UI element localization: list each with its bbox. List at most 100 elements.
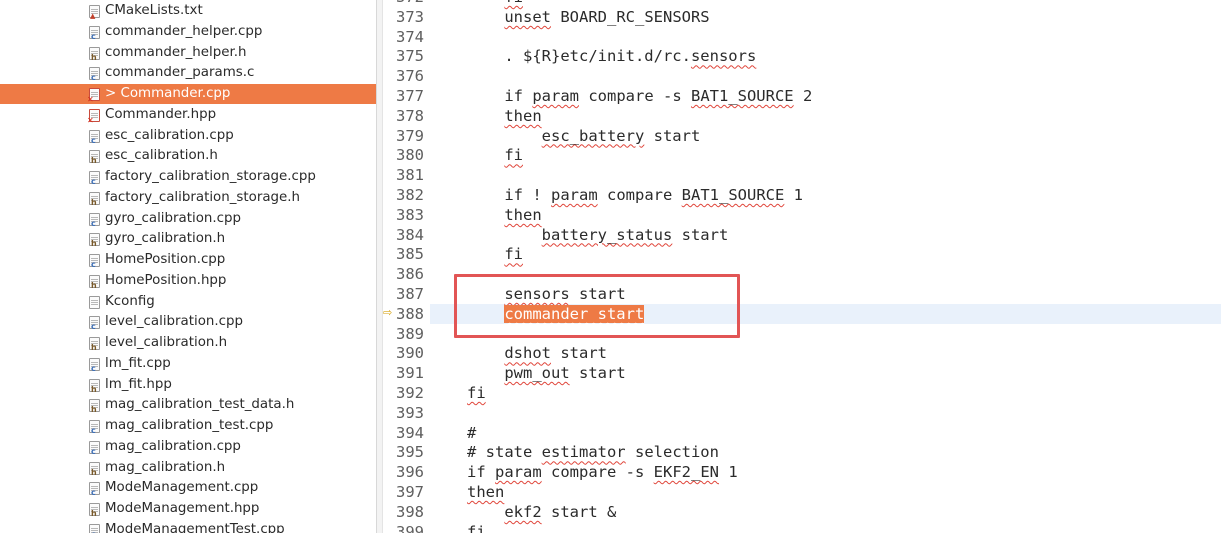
code-line[interactable]: 384 battery_status start <box>383 225 1221 245</box>
tree-item-label: commander_helper.h <box>105 44 247 60</box>
tree-item-label: commander_helper.cpp <box>105 23 263 39</box>
tree-item-file[interactable]: lm_fit.hpp <box>0 375 376 395</box>
tree-item-file[interactable]: mag_calibration_test_data.h <box>0 395 376 415</box>
line-number: 374 <box>396 27 424 46</box>
code-line[interactable]: 379 esc_battery start <box>383 126 1221 146</box>
line-number: 383 <box>396 205 424 224</box>
code-line[interactable]: 399 fi <box>383 522 1221 533</box>
code-line[interactable]: 396 if param compare -s EKF2_EN 1 <box>383 462 1221 482</box>
header-file-icon <box>89 503 100 518</box>
code-line[interactable]: 390 dshot start <box>383 343 1221 363</box>
tree-item-label: HomePosition.cpp <box>105 252 226 267</box>
code-line[interactable]: 375 . ${R}etc/init.d/rc.sensors <box>383 46 1221 66</box>
code-line[interactable]: 383 then <box>383 205 1221 225</box>
cpp-file-icon <box>89 440 100 456</box>
tree-item-file[interactable]: esc_calibration.cpp <box>0 126 376 146</box>
text-file-icon <box>89 295 100 309</box>
line-number: 388 <box>396 304 424 323</box>
tree-item-label: esc_calibration.h <box>105 148 218 164</box>
code-text: battery_status start <box>541 225 729 244</box>
tree-item-label: lm_fit.cpp <box>105 355 171 371</box>
tree-item-file[interactable]: HomePosition.hpp <box>0 271 376 291</box>
line-number: 395 <box>396 443 424 462</box>
code-line[interactable]: 373 unset BOARD_RC_SENSORS <box>383 7 1221 27</box>
header-file-icon <box>89 46 100 62</box>
tree-item-label: lm_fit.hpp <box>105 376 172 392</box>
tree-item-file[interactable]: mag_calibration.h <box>0 458 376 478</box>
code-line[interactable]: 374 <box>383 27 1221 47</box>
tree-item-label: level_calibration.h <box>105 335 228 350</box>
tree-item-file[interactable]: commander_params.c <box>0 63 376 83</box>
tree-item-file[interactable]: CMakeLists.txt <box>0 1 376 21</box>
code-text: fi <box>504 245 523 264</box>
tree-item-file[interactable]: > Commander.cpp <box>0 84 376 104</box>
tree-item-file[interactable]: ModeManagementTest.cpp <box>0 520 376 533</box>
code-text: ekf2 start & <box>504 502 617 521</box>
tree-item-file[interactable]: gyro_calibration.h <box>0 229 376 249</box>
tree-item-label: ModeManagementTest.cpp <box>105 521 285 533</box>
code-text: . ${R}etc/init.d/rc.sensors <box>467 47 757 66</box>
code-line[interactable]: 382 if ! param compare BAT1_SOURCE 1 <box>383 185 1221 205</box>
code-line[interactable]: 376 <box>383 66 1221 86</box>
tree-item-file[interactable]: HomePosition.cpp <box>0 250 376 270</box>
code-line[interactable]: 377 if param compare -s BAT1_SOURCE 2 <box>383 86 1221 106</box>
code-line[interactable]: 393 <box>383 403 1221 423</box>
header-file-icon <box>89 461 100 477</box>
code-line[interactable]: 381 <box>383 165 1221 185</box>
cpp-file-icon <box>89 420 100 435</box>
c-file-icon <box>89 67 100 82</box>
tree-item-file[interactable]: level_calibration.h <box>0 333 376 353</box>
tree-item-file[interactable]: level_calibration.cpp <box>0 312 376 332</box>
code-editor[interactable]: ⇨ 372 fi373 unset BOARD_RC_SENSORS374375… <box>383 0 1221 533</box>
tree-item-file[interactable]: mag_calibration.cpp <box>0 437 376 457</box>
line-number: 387 <box>396 285 424 303</box>
code-text: pwm_out start <box>504 364 626 383</box>
tree-item-file[interactable]: esc_calibration.h <box>0 146 376 166</box>
tree-item-file[interactable]: factory_calibration_storage.cpp <box>0 167 376 187</box>
tree-item-file[interactable]: ModeManagement.cpp <box>0 478 376 498</box>
cpp-file-icon <box>89 129 100 145</box>
tree-item-file[interactable]: gyro_calibration.cpp <box>0 209 376 229</box>
code-line[interactable]: 392 fi <box>383 383 1221 403</box>
line-number: 384 <box>396 225 424 244</box>
code-text: if ! param compare BAT1_SOURCE 1 <box>467 186 803 204</box>
code-line[interactable]: 385 fi <box>383 244 1221 264</box>
code-text: then <box>467 483 505 501</box>
tree-item-file[interactable]: commander_helper.cpp <box>0 22 376 42</box>
line-number: 385 <box>396 245 424 264</box>
tree-item-file[interactable]: Commander.hpp <box>0 105 376 125</box>
line-number: 373 <box>396 7 424 26</box>
code-text: esc_battery start <box>541 126 701 145</box>
tree-item-label: ModeManagement.cpp <box>105 480 259 496</box>
tree-item-file[interactable]: commander_helper.h <box>0 43 376 63</box>
code-line[interactable]: 398 ekf2 start & <box>383 502 1221 522</box>
tree-item-label: factory_calibration_storage.h <box>105 189 301 205</box>
tree-item-label: commander_params.c <box>105 65 255 81</box>
line-number: 377 <box>396 87 424 105</box>
cpp-file-icon <box>89 316 100 331</box>
tree-item-file[interactable]: Kconfig <box>0 292 376 312</box>
line-number: 393 <box>396 403 424 422</box>
line-number: 390 <box>396 344 424 363</box>
code-text: then <box>504 106 542 125</box>
tree-item-file[interactable]: mag_calibration_test.cpp <box>0 416 376 436</box>
tree-item-file[interactable]: ModeManagement.hpp <box>0 499 376 519</box>
line-number: 398 <box>396 502 424 521</box>
cpp-file-icon <box>89 357 100 373</box>
code-line[interactable]: 378 then <box>383 106 1221 126</box>
panel-splitter[interactable] <box>376 0 383 533</box>
code-line[interactable]: 397 then <box>383 482 1221 502</box>
tree-item-label: Commander.hpp <box>105 106 217 122</box>
code-line[interactable]: 380 fi <box>383 145 1221 165</box>
header-file-icon <box>89 399 100 414</box>
tree-item-file[interactable]: lm_fit.cpp <box>0 354 376 374</box>
line-number: 397 <box>396 483 424 501</box>
code-line[interactable]: 394 # <box>383 423 1221 443</box>
tree-item-label: mag_calibration.h <box>105 459 226 475</box>
cpp-file-icon <box>89 523 100 533</box>
cpp-file-icon <box>89 25 100 41</box>
tree-item-file[interactable]: factory_calibration_storage.h <box>0 188 376 208</box>
code-line[interactable]: 391 pwm_out start <box>383 363 1221 383</box>
tree-item-label: mag_calibration_test.cpp <box>105 418 274 433</box>
code-line[interactable]: 395 # state estimator selection <box>383 442 1221 462</box>
